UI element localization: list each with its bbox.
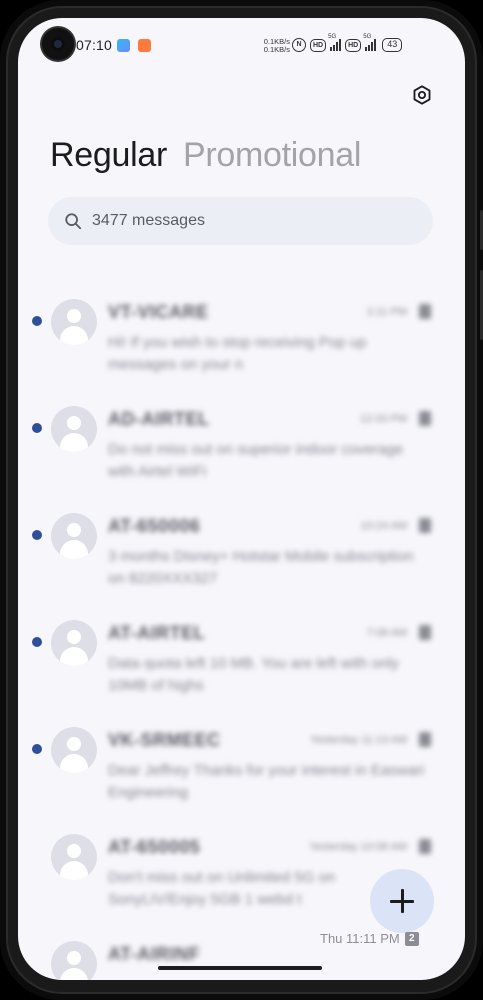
net-speed: 0.1KB/s 0.1KB/s	[258, 38, 290, 54]
contact-avatar-icon	[51, 299, 97, 345]
settings-gear-icon[interactable]	[411, 84, 433, 106]
search-icon	[65, 213, 82, 230]
message-preview: Data quota left 10 MB. You are left with…	[108, 655, 400, 694]
sim-icon	[419, 411, 431, 426]
message-sender: VK-SRMEEC	[108, 730, 221, 750]
battery-icon: 43	[382, 38, 403, 52]
message-preview: Dear Jeffrey Thanks for your interest in…	[108, 762, 425, 801]
contact-avatar-icon	[51, 513, 97, 559]
overlay-time: Thu 11:11 PM	[320, 931, 400, 946]
message-row[interactable]: VT-VICARE 2:11 PM Hi! If you wish to stop …	[18, 266, 465, 373]
sim-icon: 2	[404, 931, 419, 946]
tab-promotional[interactable]: Promotional	[183, 136, 361, 175]
contact-avatar-icon	[51, 834, 97, 880]
notification-app-icon	[138, 39, 151, 52]
tab-bar: Regular Promotional	[50, 136, 361, 175]
message-sender: AD-AIRTEL	[108, 409, 210, 429]
hd-icon: HD	[310, 38, 327, 52]
message-time: Yesterday 10:08 AM	[308, 841, 407, 853]
message-time: 7:08 AM	[366, 627, 407, 639]
message-sender: AT-AIRTEL	[108, 623, 206, 643]
signal-icon: 5G	[363, 34, 377, 51]
bottom-time-overlay: Thu 11:11 PM 2	[320, 931, 419, 946]
message-time: 12:33 PM	[359, 413, 407, 425]
hd-icon: HD	[345, 38, 362, 52]
status-icons: N HD 5G HD 5G 43	[292, 34, 403, 52]
unread-dot	[32, 530, 42, 540]
search-bar[interactable]: 3477 messages	[48, 197, 433, 245]
message-time: 2:11 PM	[366, 306, 407, 318]
notification-app-icon	[117, 39, 130, 52]
message-preview: 3 months Disney+ Hotstar Mobile subscrip…	[108, 548, 414, 587]
front-camera	[42, 28, 74, 60]
message-sender: AT-650006	[108, 516, 201, 536]
contact-avatar-icon	[51, 620, 97, 666]
unread-dot	[32, 744, 42, 754]
nfc-icon: N	[292, 38, 306, 52]
message-row[interactable]: AD-AIRTEL 12:33 PM Do not miss out on supe…	[18, 373, 465, 480]
sim-icon	[419, 732, 431, 747]
message-time: Yesterday 11:13 AM	[309, 734, 407, 746]
message-preview: Do not miss out on superior indoor cover…	[108, 441, 404, 480]
net-speed-down: 0.1KB/s	[263, 45, 290, 54]
tab-regular[interactable]: Regular	[50, 136, 167, 175]
message-sender: VT-VICARE	[108, 302, 209, 322]
status-time: 07:10	[76, 37, 113, 53]
message-preview: Hi! If you wish to stop receiving Pop up…	[108, 334, 367, 373]
signal-icon: 5G	[328, 34, 342, 51]
message-row[interactable]: VK-SRMEEC Yesterday 11:13 AM Dear Jeffrey …	[18, 694, 465, 801]
contact-avatar-icon	[51, 406, 97, 452]
plus-icon	[390, 889, 414, 913]
sim-icon	[419, 625, 431, 640]
message-row[interactable]: AT-650006 10:24 AM 3 months Disney+ Hotsta…	[18, 480, 465, 587]
message-sender: AT-AIRINF	[108, 944, 201, 964]
message-row[interactable]: AT-AIRTEL 7:08 AM Data quota left 10 MB. Y…	[18, 587, 465, 694]
sim-icon	[419, 304, 431, 319]
home-indicator[interactable]	[158, 966, 322, 970]
unread-dot	[32, 316, 42, 326]
network-type-label: 5G	[363, 34, 372, 40]
sim-icon	[419, 518, 431, 533]
compose-button[interactable]	[370, 869, 434, 933]
sim-icon	[419, 839, 431, 854]
network-type-label: 5G	[328, 34, 337, 40]
status-bar: 07:10 0.1KB/s 0.1KB/s N HD 5G HD 5G 43	[18, 18, 465, 70]
message-sender: AT-650005	[108, 837, 201, 857]
search-placeholder: 3477 messages	[92, 212, 205, 229]
contact-avatar-icon	[51, 941, 97, 980]
unread-dot	[32, 637, 42, 647]
unread-dot	[32, 423, 42, 433]
screen: 07:10 0.1KB/s 0.1KB/s N HD 5G HD 5G 43 R…	[18, 18, 465, 980]
contact-avatar-icon	[51, 727, 97, 773]
message-time: 10:24 AM	[360, 520, 407, 532]
